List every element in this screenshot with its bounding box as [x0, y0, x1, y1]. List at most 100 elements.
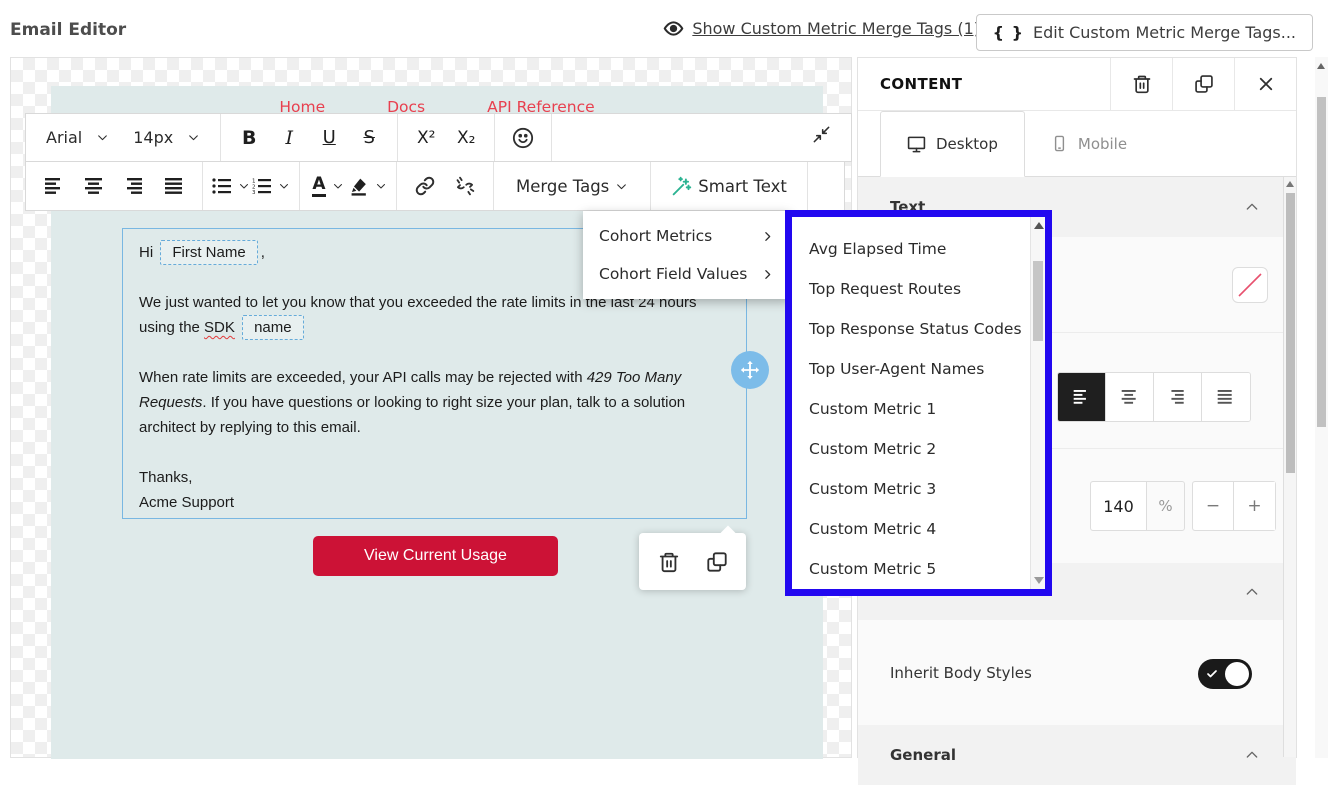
submenu-scrollbar[interactable] — [1030, 217, 1045, 589]
inherit-body-styles-toggle[interactable] — [1198, 659, 1252, 689]
align-left-button[interactable] — [34, 166, 74, 206]
menu-item-label: Cohort Field Values — [599, 265, 747, 283]
font-group: Arial 14px — [26, 114, 221, 161]
align-justify-option[interactable] — [1202, 373, 1250, 421]
delete-block-icon[interactable] — [658, 551, 680, 573]
device-tabs: Desktop Mobile — [858, 111, 1296, 177]
increase-button[interactable]: + — [1234, 482, 1275, 530]
delete-content-button[interactable] — [1110, 58, 1172, 110]
align-left-option[interactable] — [1058, 373, 1106, 421]
closing-thanks: Thanks, — [139, 469, 192, 486]
text-color-swatch[interactable] — [1232, 267, 1268, 303]
list-group: 123 — [203, 162, 300, 210]
submenu-item-top-request-routes[interactable]: Top Request Routes — [809, 269, 1030, 309]
align-right-icon — [1169, 390, 1187, 404]
no-color-icon — [1233, 268, 1267, 302]
smiley-icon — [512, 127, 534, 149]
font-family-select[interactable]: Arial — [34, 128, 121, 147]
section-general-header[interactable]: General — [858, 725, 1296, 785]
tab-desktop[interactable]: Desktop — [880, 111, 1025, 177]
align-right-icon — [125, 178, 144, 194]
link-group — [397, 162, 494, 210]
collapse-icon — [812, 125, 831, 144]
chevron-down-icon — [375, 180, 387, 192]
submenu-item-custom-metric-5[interactable]: Custom Metric 5 — [809, 549, 1030, 589]
scroll-down-arrow[interactable] — [1034, 577, 1044, 584]
superscript-button[interactable]: X² — [406, 118, 446, 158]
greeting-comma: , — [261, 244, 265, 261]
scrollbar-thumb[interactable] — [1286, 193, 1295, 473]
remove-link-button[interactable] — [445, 166, 485, 206]
toggle-knob — [1225, 662, 1249, 686]
submenu-item-custom-metric-2[interactable]: Custom Metric 2 — [809, 429, 1030, 469]
submenu-item-custom-metric-1[interactable]: Custom Metric 1 — [809, 389, 1030, 429]
merge-tag-name[interactable]: name — [242, 315, 304, 340]
duplicate-block-icon[interactable] — [706, 551, 728, 573]
toolbar-spacer — [552, 114, 801, 161]
decrease-button[interactable]: − — [1193, 482, 1234, 530]
numbered-list-button[interactable]: 123 — [251, 166, 291, 206]
collapse-toolbar-button[interactable] — [801, 114, 841, 154]
highlight-color-button[interactable] — [348, 166, 388, 206]
font-size-value: 14px — [133, 128, 173, 147]
submenu-item-avg-elapsed-time[interactable]: Avg Elapsed Time — [809, 229, 1030, 269]
font-color-button[interactable]: A — [308, 166, 348, 206]
chevron-down-icon — [187, 131, 200, 144]
section-general-label: General — [890, 746, 956, 764]
trash-icon — [1132, 74, 1152, 94]
scroll-up-arrow[interactable] — [1317, 63, 1325, 69]
copy-icon — [1194, 74, 1214, 94]
submenu-item-top-user-agent-names[interactable]: Top User-Agent Names — [809, 349, 1030, 389]
submenu-item-custom-metric-3[interactable]: Custom Metric 3 — [809, 469, 1030, 509]
emoji-button[interactable] — [503, 118, 543, 158]
subscript-button[interactable]: X₂ — [446, 118, 486, 158]
align-center-button[interactable] — [74, 166, 114, 206]
show-merge-tags-link[interactable]: Show Custom Metric Merge Tags (1) — [663, 18, 980, 39]
magic-wand-icon — [671, 176, 692, 197]
strikethrough-button[interactable]: S — [349, 118, 389, 158]
close-sidebar-button[interactable] — [1234, 58, 1296, 110]
scrollbar-thumb[interactable] — [1033, 261, 1043, 341]
smart-text-button[interactable]: Smart Text — [659, 166, 799, 206]
scrollbar-thumb[interactable] — [1317, 97, 1326, 427]
merge-tag-first-name[interactable]: First Name — [160, 240, 257, 265]
submenu-item-top-response-status-codes[interactable]: Top Response Status Codes — [809, 309, 1030, 349]
scroll-up-arrow[interactable] — [1034, 222, 1044, 229]
menu-item-cohort-metrics[interactable]: Cohort Metrics — [583, 217, 790, 255]
bullet-list-icon — [212, 178, 232, 194]
highlighter-icon — [350, 177, 369, 196]
page-scrollbar[interactable] — [1315, 57, 1328, 758]
script-group: X² X₂ — [398, 114, 495, 161]
block-move-handle[interactable] — [731, 351, 769, 389]
align-center-option[interactable] — [1106, 373, 1154, 421]
duplicate-content-button[interactable] — [1172, 58, 1234, 110]
view-current-usage-button[interactable]: View Current Usage — [313, 536, 558, 576]
underline-button[interactable]: U — [309, 118, 349, 158]
text-align-group — [1057, 372, 1251, 422]
font-size-select[interactable]: 14px — [121, 128, 212, 147]
align-left-icon — [1073, 390, 1091, 404]
insert-link-button[interactable] — [405, 166, 445, 206]
menu-item-label: Cohort Metrics — [599, 227, 712, 245]
merge-tags-dropdown-button[interactable]: Merge Tags — [502, 166, 642, 206]
align-justify-button[interactable] — [154, 166, 194, 206]
chevron-down-icon — [615, 180, 628, 193]
line-height-input[interactable] — [1091, 482, 1146, 530]
sidebar-scrollbar[interactable] — [1283, 177, 1296, 757]
line-height-stepper: − + — [1192, 481, 1276, 531]
italic-button[interactable]: I — [269, 118, 309, 158]
align-right-button[interactable] — [114, 166, 154, 206]
scroll-up-arrow[interactable] — [1286, 181, 1294, 187]
align-center-icon — [85, 178, 104, 194]
align-right-option[interactable] — [1154, 373, 1202, 421]
bold-button[interactable]: B — [229, 118, 269, 158]
text-style-group: B I U S — [221, 114, 398, 161]
chevron-up-icon — [1244, 747, 1260, 763]
line-height-input-group: % — [1090, 481, 1185, 531]
menu-item-cohort-field-values[interactable]: Cohort Field Values — [583, 255, 790, 293]
line-height-unit: % — [1146, 482, 1184, 530]
submenu-item-custom-metric-4[interactable]: Custom Metric 4 — [809, 509, 1030, 549]
bullet-list-button[interactable] — [211, 166, 251, 206]
edit-merge-tags-button[interactable]: { } Edit Custom Metric Merge Tags... — [976, 14, 1313, 51]
tab-mobile[interactable]: Mobile — [1025, 111, 1153, 176]
